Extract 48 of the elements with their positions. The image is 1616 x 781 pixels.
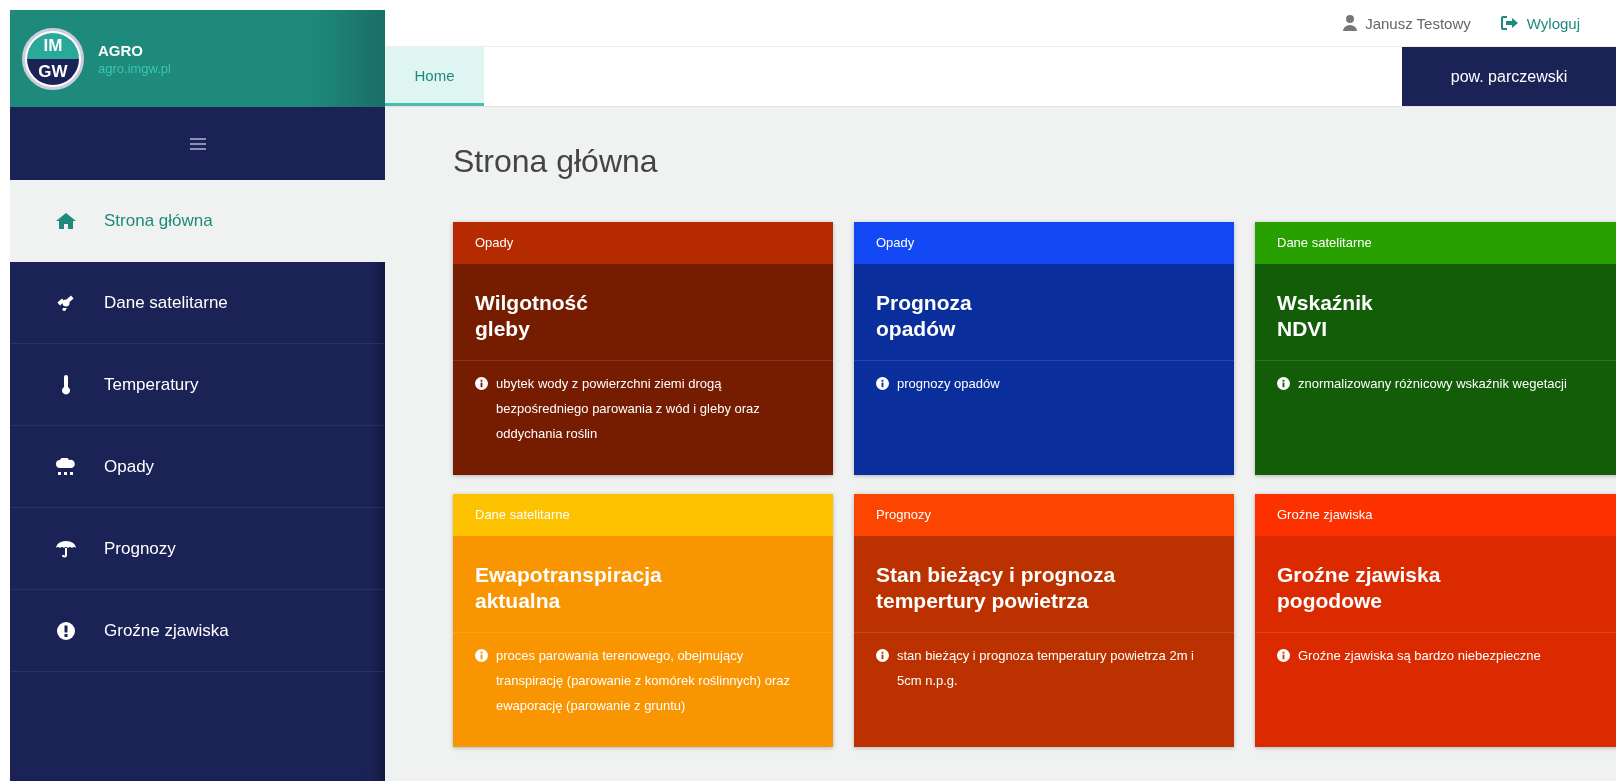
- info-icon: [876, 377, 889, 390]
- card-title: Prognoza opadów: [854, 264, 1234, 361]
- card-description: Groźne zjawiska są bardzo niebezpieczne: [1298, 647, 1541, 665]
- umbrella-icon: [56, 539, 76, 558]
- page-title: Strona główna: [453, 143, 659, 180]
- alert-icon: [57, 621, 75, 640]
- region-label[interactable]: pow. parczewski: [1402, 47, 1616, 106]
- card-description: stan bieżący i prognoza temperatury powietrza 2m i 5cm n.p.g.: [897, 647, 1194, 690]
- card-title: Stan bieżący i prognoza tempertury powietrza: [854, 536, 1234, 633]
- info-icon: [1277, 377, 1290, 390]
- info-icon: [876, 649, 889, 662]
- info-icon: [1277, 649, 1290, 662]
- card-title: Groźne zjawiska pogodowe: [1255, 536, 1616, 633]
- card-category: Opady: [453, 222, 833, 264]
- home-icon: [56, 212, 76, 229]
- card-description: ubytek wody z powierzchni ziemi drogą bezpośredniego parowania z wód i gleby oraz oddychania roślin: [496, 375, 761, 443]
- logo-text-top: IM: [27, 32, 79, 59]
- menu-icon[interactable]: [189, 137, 206, 150]
- brand-title: AGRO: [98, 41, 144, 59]
- satellite-icon: [57, 293, 75, 312]
- card-body[interactable]: Groźne zjawiska pogodowe Groźne zjawiska są bardzo niebezpieczne: [1255, 536, 1616, 747]
- logout-icon: [1500, 16, 1519, 30]
- card-title: Wilgotność gleby: [453, 264, 833, 361]
- card-body[interactable]: Stan bieżący i prognoza tempertury powietrza stan bieżący i prognoza temperatury powietrza 2m i 5cm n.p.g.: [854, 536, 1234, 747]
- info-icon: [475, 649, 488, 662]
- card-category: Dane satelitarne: [1255, 222, 1616, 264]
- card-category: Prognozy: [854, 494, 1234, 536]
- card-description: znormalizowany różnicowy wskaźnik wegetacji: [1298, 375, 1567, 393]
- info-icon: [475, 377, 488, 390]
- logo-text-bottom: GW: [27, 58, 79, 85]
- cloud-rain-icon: [56, 457, 76, 476]
- user-name: Janusz Testowy: [1365, 14, 1471, 32]
- card-description: proces parowania terenowego, obejmujący transpirację (parowanie z komórek roślinnych) oraz ewaporację (parowanie z gruntu): [496, 647, 792, 715]
- card-body[interactable]: Wilgotność gleby ubytek wody z powierzchni ziemi drogą bezpośredniego parowania z wód i gleby oraz oddychania roślin: [453, 264, 833, 475]
- sidebar-item[interactable]: Strona główna: [10, 180, 385, 262]
- thermometer-icon: [61, 374, 71, 395]
- card-category: Dane satelitarne: [453, 494, 833, 536]
- card-category: Groźne zjawiska: [1255, 494, 1616, 536]
- card-category: Opady: [854, 222, 1234, 264]
- brand-subtitle: agro.imgw.pl: [98, 60, 171, 76]
- home-tab[interactable]: Home: [385, 47, 484, 106]
- card-title: Wskaźnik NDVI: [1255, 264, 1616, 361]
- card-body[interactable]: Wskaźnik NDVI znormalizowany różnicowy wskaźnik wegetacji: [1255, 264, 1616, 475]
- logout-link[interactable]: Wyloguj: [1500, 14, 1580, 32]
- card-body[interactable]: Prognoza opadów prognozy opadów: [854, 264, 1234, 475]
- user-icon: [1343, 15, 1358, 31]
- card-description: prognozy opadów: [897, 375, 1000, 393]
- card-title: Ewapotranspiracja aktualna: [453, 536, 833, 633]
